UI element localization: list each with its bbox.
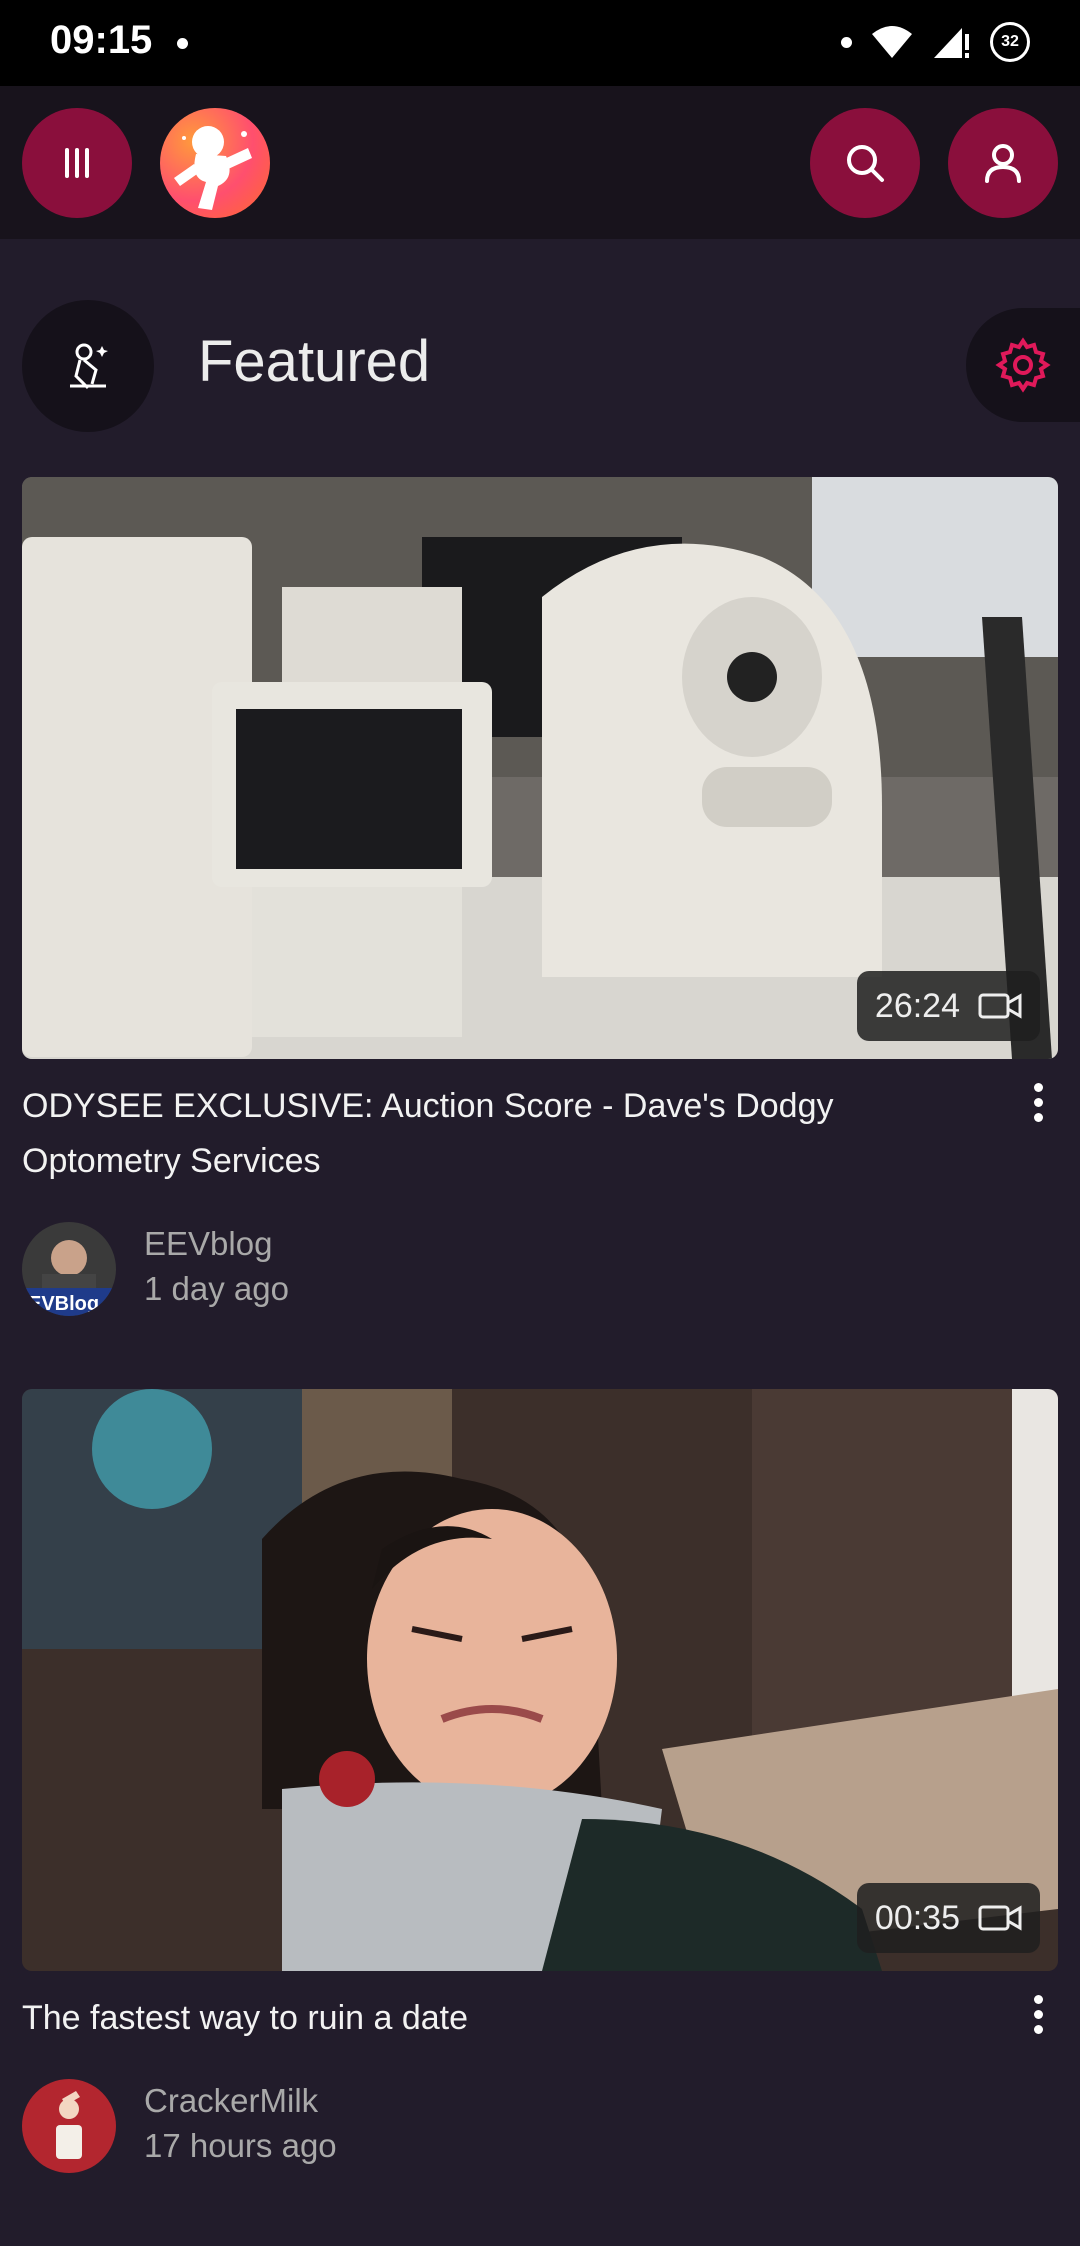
menu-icon [65,148,89,178]
gear-icon [995,337,1051,393]
channel-name[interactable]: EEVblog [144,1225,272,1263]
section-title: Featured [198,329,431,394]
video-camera-icon [978,993,1022,1019]
more-options-button[interactable] [1018,1077,1058,1147]
spaceman-logo-icon[interactable] [160,108,270,218]
channel-avatar[interactable]: EVBlog [22,1222,116,1316]
video-card[interactable]: 26:24 ODYSEE EXCLUSIVE: Auction Score - … [22,477,1058,1316]
duration-badge: 26:24 [856,971,1040,1041]
notification-dot-icon [177,38,188,49]
featured-section-header: Featured [0,300,1080,432]
status-time: 09:15 [50,18,153,62]
upload-age: 17 hours ago [144,2127,337,2164]
more-options-button[interactable] [1018,1989,1058,2059]
status-bar: 09:15 32 [0,0,1080,86]
cellular-signal-icon [934,28,969,58]
channel-avatar[interactable] [22,2079,116,2173]
video-thumbnail[interactable]: 26:24 [22,477,1058,1059]
search-button[interactable] [810,108,920,218]
notification-dot-icon [841,36,852,48]
featured-spaceman-icon [22,300,154,432]
wifi-icon [872,26,912,58]
video-thumbnail[interactable]: 00:35 [22,1389,1058,1971]
video-title[interactable]: ODYSEE EXCLUSIVE: Auction Score - Dave's… [22,1079,922,1189]
svg-text:EVBlog: EVBlog [28,1293,99,1315]
user-icon [985,144,1021,183]
video-title[interactable]: The fastest way to ruin a date [22,1991,922,2046]
video-camera-icon [978,1905,1022,1931]
menu-button[interactable] [22,108,132,218]
channel-name[interactable]: CrackerMilk [144,2082,318,2120]
duration-badge: 00:35 [856,1883,1040,1953]
section-settings-button[interactable] [966,308,1080,422]
battery-icon: 32 [990,22,1030,62]
account-button[interactable] [948,108,1058,218]
upload-age: 1 day ago [144,1270,289,1307]
status-icons: 32 [841,22,1030,62]
search-icon [847,145,884,182]
duration-text: 00:35 [874,1898,960,1937]
app-bar [0,86,1080,239]
video-card[interactable]: 00:35 The fastest way to ruin a date Cra… [22,1389,1058,2173]
duration-text: 26:24 [874,986,960,1025]
